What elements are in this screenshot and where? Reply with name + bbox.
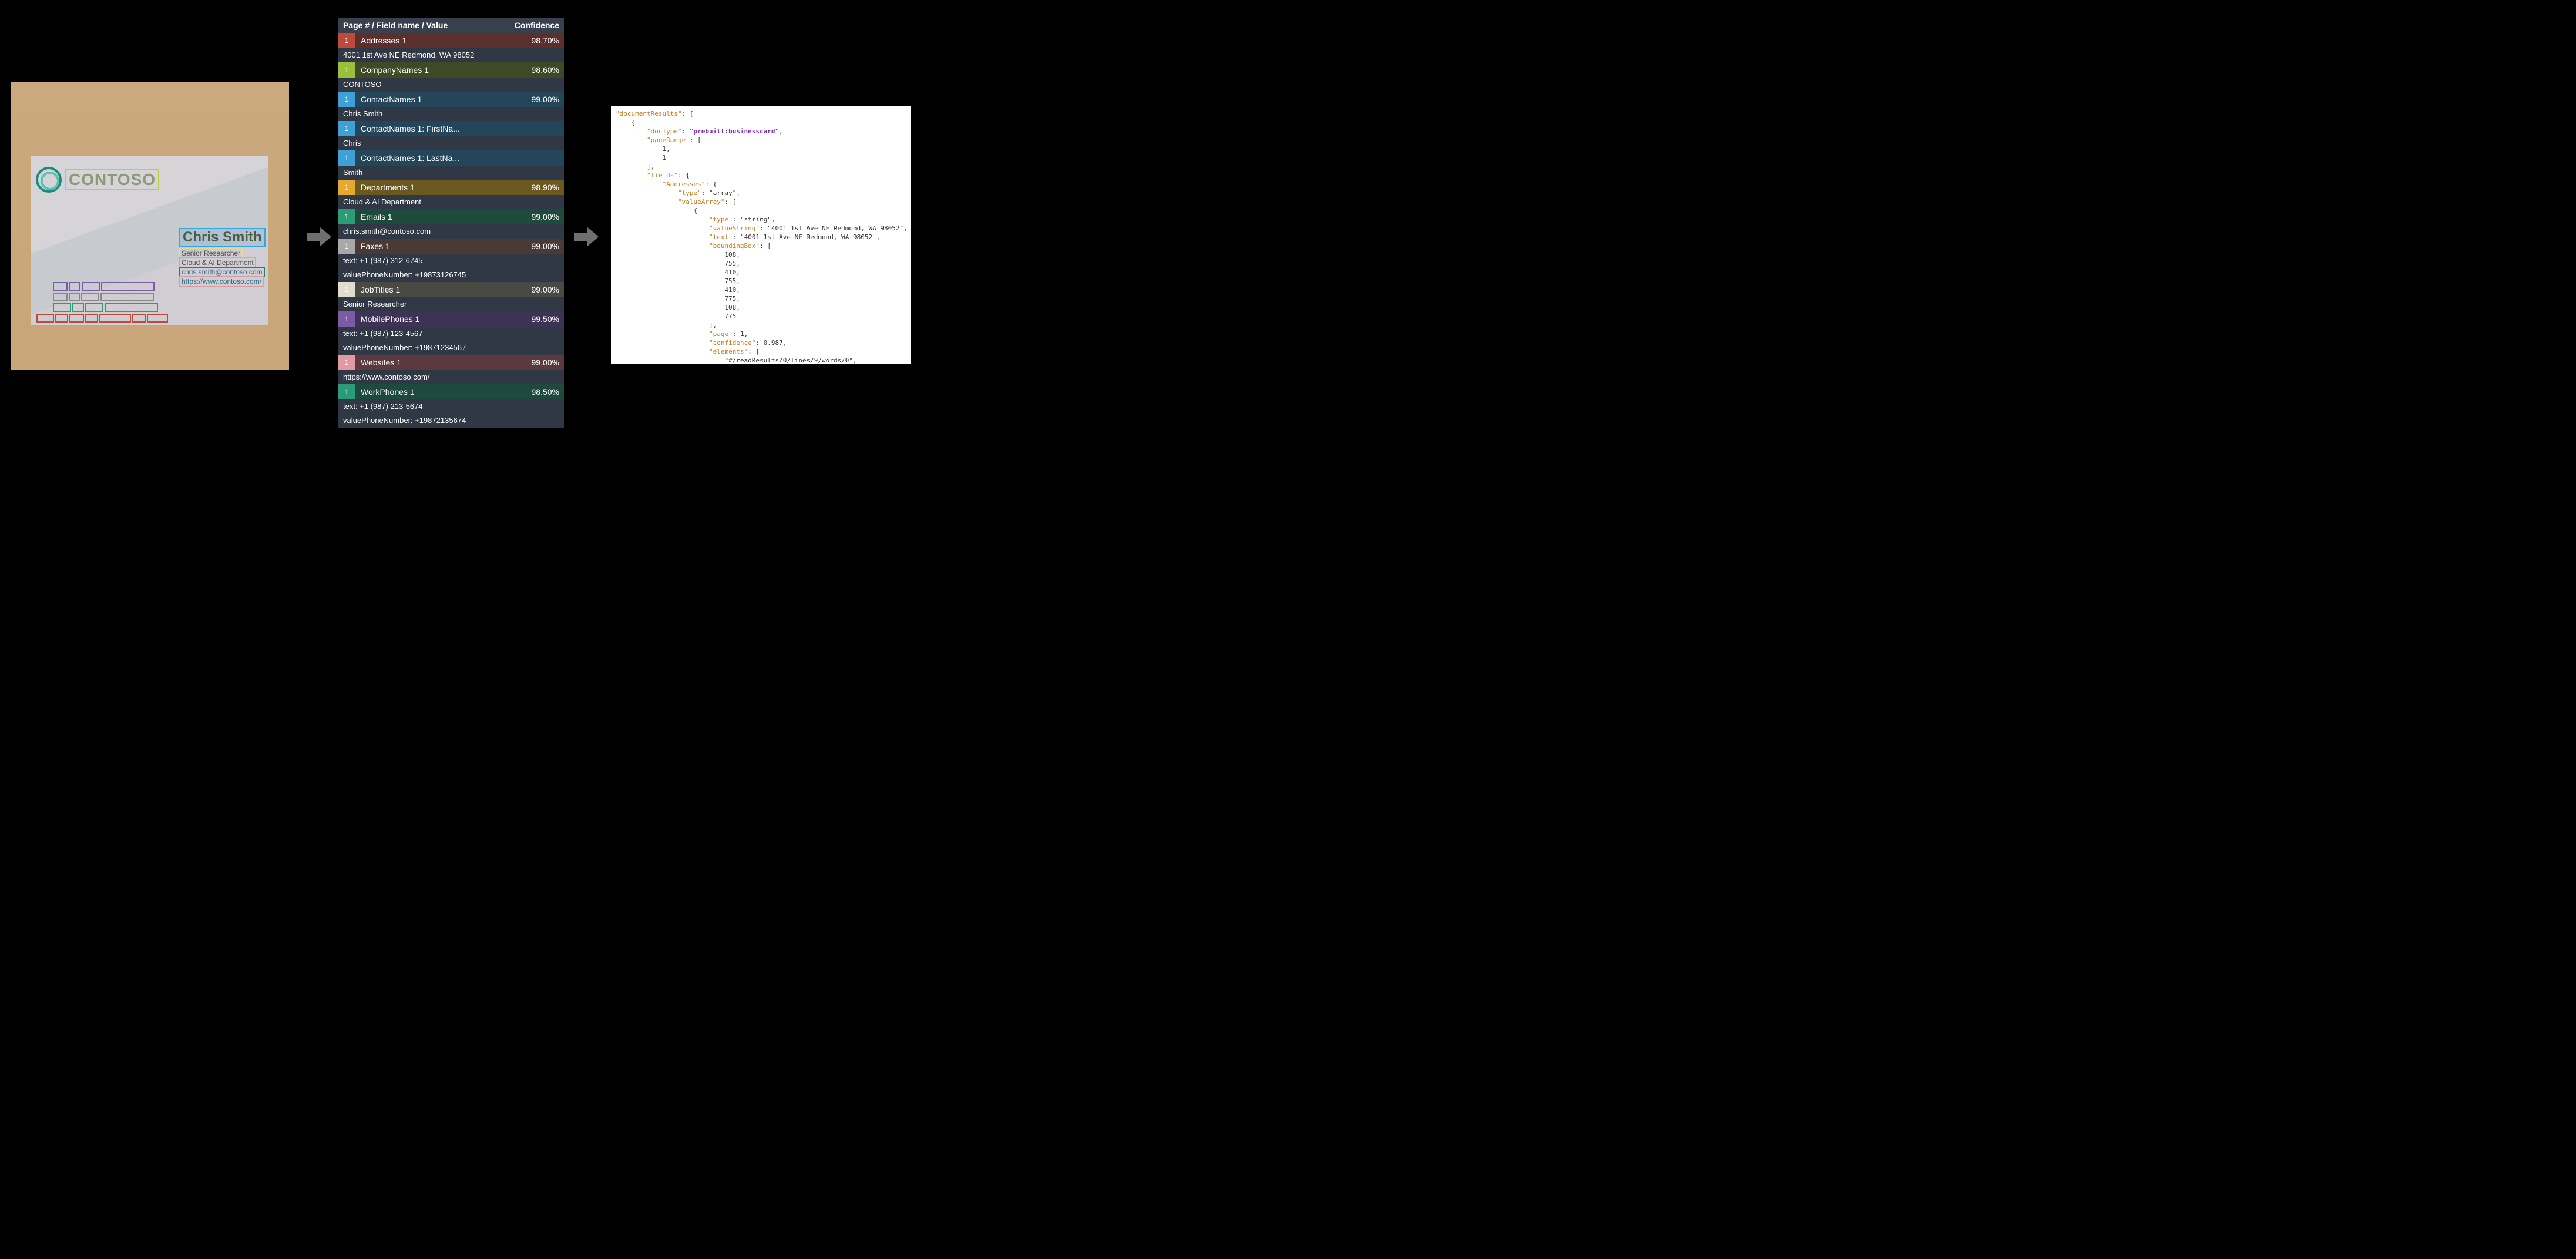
confidence-value: 99.00% (532, 285, 564, 294)
business-card-image: CONTOSO Chris Smith Senior Researcher Cl… (11, 82, 289, 370)
field-value: valuePhoneNumber: +19872135674 (338, 414, 564, 428)
field-name: Websites 1 (355, 358, 532, 367)
page-badge: 1 (338, 121, 355, 136)
field-value: valuePhoneNumber: +19873126745 (338, 268, 564, 282)
table-row[interactable]: 1WorkPhones 198.50% (338, 384, 564, 399)
field-value: Chris Smith (338, 107, 564, 121)
field-name: MobilePhones 1 (355, 314, 532, 324)
address-word: NE (85, 314, 98, 323)
field-value: Senior Researcher (338, 297, 564, 311)
field-value: valuePhoneNumber: +19871234567 (338, 341, 564, 355)
field-website: https://www.contoso.com/ (179, 276, 264, 287)
table-row[interactable]: 1ContactNames 199.00% (338, 92, 564, 107)
field-company-name: CONTOSO (65, 169, 159, 190)
table-row[interactable]: 1Addresses 198.70% (338, 33, 564, 48)
address-word: Redmond, (99, 314, 131, 323)
confidence-value: 98.70% (532, 36, 564, 45)
table-row[interactable]: 1MobilePhones 199.50% (338, 311, 564, 327)
field-contact-name: Chris Smith (179, 228, 266, 247)
field-value: text: +1 (987) 312-6745 (338, 254, 564, 268)
page-badge: 1 (338, 355, 355, 370)
page-badge: 1 (338, 150, 355, 166)
page-badge: 1 (338, 92, 355, 107)
page-badge: 1 (338, 384, 355, 399)
table-row[interactable]: 1ContactNames 1: LastNa... (338, 150, 564, 166)
header-confidence: Confidence (515, 21, 559, 30)
field-name: Faxes 1 (355, 241, 532, 251)
arrow-right-icon (305, 223, 333, 250)
field-value: 4001 1st Ave NE Redmond, WA 98052 (338, 48, 564, 62)
field-name: JobTitles 1 (355, 285, 532, 294)
field-name: Addresses 1 (355, 36, 532, 45)
field-name: Departments 1 (355, 183, 532, 192)
table-header: Page # / Field name / Value Confidence (338, 18, 564, 33)
json-output: "documentResults": [ { "docType": "prebu… (611, 106, 911, 364)
field-value: Smith (338, 166, 564, 180)
page-badge: 1 (338, 239, 355, 254)
address-word: 1st (55, 314, 68, 323)
field-value: chris.smith@contoso.com (338, 224, 564, 239)
field-name: ContactNames 1: FirstNa... (355, 124, 559, 133)
table-row[interactable]: 1Departments 198.90% (338, 180, 564, 195)
confidence-value: 99.00% (532, 212, 564, 221)
field-value: text: +1 (987) 123-4567 (338, 327, 564, 341)
field-value: https://www.contoso.com/ (338, 370, 564, 384)
field-value: Chris (338, 136, 564, 150)
company-logo-icon (36, 167, 62, 193)
page-badge: 1 (338, 62, 355, 78)
confidence-value: 99.00% (532, 241, 564, 251)
table-row[interactable]: 1CompanyNames 198.60% (338, 62, 564, 78)
field-name: ContactNames 1: LastNa... (355, 153, 559, 163)
table-row[interactable]: 1Websites 199.00% (338, 355, 564, 370)
confidence-value: 99.00% (532, 358, 564, 367)
page-badge: 1 (338, 311, 355, 327)
field-name: CompanyNames 1 (355, 65, 532, 75)
page-badge: 1 (338, 282, 355, 297)
table-row[interactable]: 1ContactNames 1: FirstNa... (338, 121, 564, 136)
field-fax: Fax+1(987)+1 (987) 213-5674 (53, 293, 155, 301)
page-badge: 1 (338, 209, 355, 224)
field-mobile-phone: Cell+1(987)+1 (987) 123-4567 (53, 282, 156, 291)
page-badge: 1 (338, 33, 355, 48)
header-field: Page # / Field name / Value (343, 21, 515, 30)
field-value: CONTOSO (338, 78, 564, 92)
field-address: 40011stAveNERedmond,WA98052 (36, 314, 169, 323)
table-row[interactable]: 1JobTitles 199.00% (338, 282, 564, 297)
field-value: Cloud & AI Department (338, 195, 564, 209)
address-word: WA (132, 314, 146, 323)
field-name: Emails 1 (355, 212, 532, 221)
arrow-right-icon (573, 223, 600, 250)
field-name: ContactNames 1 (355, 95, 532, 104)
address-word: 98052 (147, 314, 168, 323)
confidence-value: 98.60% (532, 65, 564, 75)
results-table: Page # / Field name / Value Confidence 1… (338, 18, 564, 428)
address-word: Ave (69, 314, 84, 323)
confidence-value: 98.50% (532, 387, 564, 397)
address-word: 4001 (36, 314, 54, 323)
confidence-value: 99.00% (532, 95, 564, 104)
page-badge: 1 (338, 180, 355, 195)
field-value: text: +1 (987) 213-5674 (338, 399, 564, 414)
table-row[interactable]: 1Faxes 199.00% (338, 239, 564, 254)
confidence-value: 98.90% (532, 183, 564, 192)
field-name: WorkPhones 1 (355, 387, 532, 397)
confidence-value: 99.50% (532, 314, 564, 324)
field-work-phone: Work+1(987)+1 (987) 312-6745 (53, 303, 159, 312)
table-row[interactable]: 1Emails 199.00% (338, 209, 564, 224)
